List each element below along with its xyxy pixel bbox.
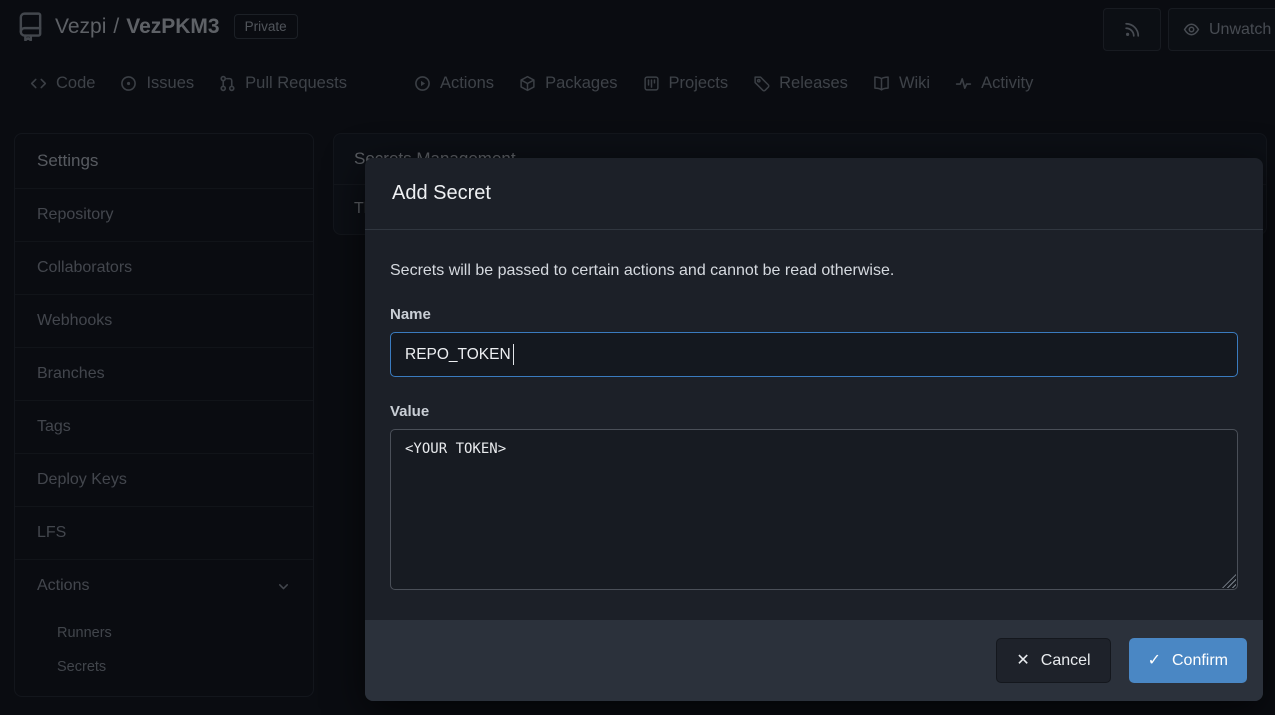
modal-footer: ✕ Cancel ✓ Confirm [365,620,1263,701]
secret-value-textarea[interactable]: <YOUR TOKEN> [390,429,1238,590]
value-label: Value [390,403,1238,420]
secret-name-value: REPO_TOKEN [405,346,511,364]
confirm-label: Confirm [1172,652,1228,670]
secret-name-input[interactable]: REPO_TOKEN [390,332,1238,377]
text-caret [513,344,515,365]
modal-title: Add Secret [392,182,491,205]
confirm-button[interactable]: ✓ Confirm [1129,638,1247,683]
modal-description: Secrets will be passed to certain action… [390,262,1238,280]
modal-header: Add Secret [365,158,1263,230]
name-label: Name [390,306,1238,323]
modal-body: Secrets will be passed to certain action… [365,230,1263,620]
close-icon: ✕ [1016,653,1029,669]
secret-value-field: <YOUR TOKEN> [390,429,1238,590]
add-secret-modal: Add Secret Secrets will be passed to cer… [365,158,1263,701]
cancel-label: Cancel [1041,652,1091,670]
check-icon: ✓ [1148,653,1161,669]
cancel-button[interactable]: ✕ Cancel [996,638,1110,683]
